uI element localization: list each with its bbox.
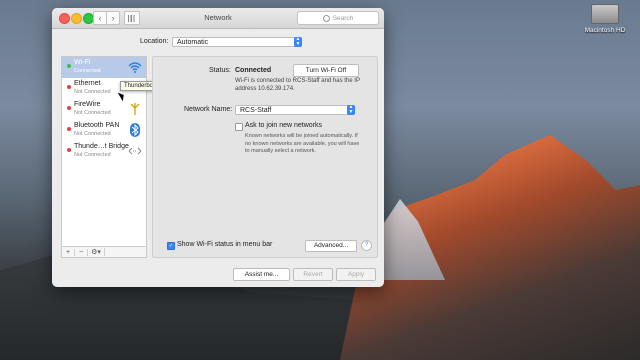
location-popup[interactable]: Automatic ▲ ▼ xyxy=(172,37,302,47)
show-wifi-status-checkbox[interactable]: ✓ xyxy=(167,242,175,250)
service-item-wifi[interactable]: Wi-Fi Connected xyxy=(62,57,146,78)
search-placeholder: Search xyxy=(332,14,354,22)
ask-join-checkbox[interactable] xyxy=(235,123,243,131)
desktop-hard-drive[interactable]: Macintosh HD xyxy=(580,4,630,40)
status-label: Status: xyxy=(209,67,231,74)
service-name: Wi-Fi xyxy=(74,59,91,66)
wifi-icon xyxy=(128,62,142,73)
service-item-firewire[interactable]: FireWire Not Connected xyxy=(62,99,146,120)
checkmark-icon: ✓ xyxy=(168,243,174,249)
status-description: Wi-Fi is connected to RCS-Staff and has … xyxy=(235,78,360,92)
service-status: Not Connected xyxy=(74,89,111,95)
show-wifi-status-label: Show Wi-Fi status in menu bar xyxy=(177,241,273,248)
service-name: Ethernet xyxy=(74,80,101,87)
title-bar[interactable]: ‹ › Network Search xyxy=(52,8,384,29)
status-value: Connected xyxy=(235,67,272,74)
firewire-icon xyxy=(130,103,140,115)
service-status: Not Connected xyxy=(74,110,111,116)
ask-join-description: Known networks will be joined automatica… xyxy=(245,133,360,154)
service-name: Thunde…t Bridge xyxy=(74,143,129,150)
apply-button[interactable]: Apply xyxy=(336,268,376,281)
hard-drive-label: Macintosh HD xyxy=(584,27,626,34)
network-name-value: RCS-Staff xyxy=(240,107,272,114)
gear-icon[interactable]: ⚙︎▾ xyxy=(88,248,105,256)
service-status: Not Connected xyxy=(74,152,111,158)
status-dot xyxy=(67,127,71,131)
search-field[interactable]: Search xyxy=(297,11,379,25)
service-name: Bluetooth PAN xyxy=(74,122,120,129)
help-button[interactable]: ? xyxy=(361,240,372,251)
status-dot xyxy=(67,148,71,152)
hard-drive-icon xyxy=(591,4,619,24)
ask-join-label: Ask to join new networks xyxy=(245,122,323,129)
status-dot xyxy=(67,64,71,68)
network-name-popup[interactable]: RCS-Staff ▲ ▼ xyxy=(235,105,355,115)
network-preferences-window: ‹ › Network Search Location: Automatic ▲… xyxy=(52,8,384,287)
add-service-button[interactable]: + xyxy=(62,248,75,256)
updown-chevron-icon: ▲ ▼ xyxy=(347,104,355,115)
service-list-toolbar: + − ⚙︎▾ xyxy=(61,246,147,258)
thunderbolt-bridge-icon xyxy=(128,147,142,155)
service-item-bluetooth-pan[interactable]: Bluetooth PAN Not Connected xyxy=(62,120,146,141)
remove-service-button[interactable]: − xyxy=(75,248,88,256)
location-label: Location: xyxy=(140,38,169,45)
advanced-button[interactable]: Advanced... xyxy=(305,240,357,252)
revert-button[interactable]: Revert xyxy=(293,268,333,281)
assist-me-button[interactable]: Assist me... xyxy=(233,268,290,281)
location-value: Automatic xyxy=(177,39,209,46)
service-name: FireWire xyxy=(74,101,101,108)
wifi-detail-panel: Status: Connected Turn Wi-Fi Off Wi-Fi i… xyxy=(152,56,378,258)
network-name-label: Network Name: xyxy=(184,106,233,113)
status-dot xyxy=(67,106,71,110)
status-dot xyxy=(67,85,71,89)
turn-wifi-off-button[interactable]: Turn Wi-Fi Off xyxy=(293,64,359,77)
search-icon xyxy=(322,14,330,22)
updown-chevron-icon: ▲ ▼ xyxy=(294,36,302,47)
bluetooth-icon xyxy=(130,123,140,137)
service-status: Connected xyxy=(74,68,101,74)
service-status: Not Connected xyxy=(74,131,111,137)
service-item-thunderbolt-bridge[interactable]: Thunde…t Bridge Not Connected xyxy=(62,141,146,162)
